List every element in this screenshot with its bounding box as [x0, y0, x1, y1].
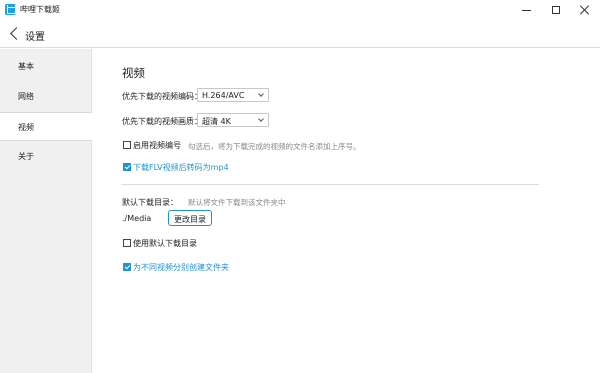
enable-numbering-label[interactable]: 启用视频编号: [133, 140, 181, 151]
sidebar-item-label: 关于: [18, 152, 34, 161]
flv-to-mp4-checkbox[interactable]: [123, 163, 131, 171]
quality-value: 超清 4K: [202, 117, 231, 126]
codec-value: H.264/AVC: [202, 91, 245, 100]
chevron-down-icon: [258, 91, 264, 97]
download-path: ./Media: [122, 214, 152, 223]
quality-label: 优先下载的视频画质：: [122, 117, 202, 126]
sidebar-item-label: 基本: [18, 62, 34, 71]
page-title: 设置: [25, 32, 45, 43]
app-title: 哔哩下载姬: [20, 5, 60, 14]
sidebar-item-label: 视频: [18, 123, 34, 132]
divider: [121, 184, 539, 185]
chevron-down-icon: [258, 116, 264, 122]
codec-select[interactable]: H.264/AVC: [197, 88, 269, 102]
bilibili-tv-icon: [5, 4, 16, 15]
flv-to-mp4-label[interactable]: 下载FLV视频后转码为mp4: [133, 162, 229, 173]
video-settings-panel: 视频 优先下载的视频编码： H.264/AVC 优先下载的视频画质： 超清 4K…: [92, 49, 600, 373]
use-default-dir-label[interactable]: 使用默认下载目录: [133, 238, 197, 249]
change-directory-button[interactable]: 更改目录: [168, 210, 212, 226]
folder-per-video-checkbox[interactable]: [123, 263, 131, 271]
maximize-button[interactable]: [541, 0, 571, 20]
sidebar-item-network[interactable]: 网络: [0, 82, 91, 111]
settings-sidebar: 基本 网络 视频 关于: [0, 49, 92, 373]
sidebar-item-label: 网络: [18, 92, 34, 101]
folder-per-video-label[interactable]: 为不同视频分别创建文件夹: [133, 262, 229, 273]
quality-select[interactable]: 超清 4K: [197, 113, 269, 127]
default-dir-hint: 默认将文件下载到该文件夹中: [188, 198, 286, 207]
minimize-icon: [521, 9, 531, 11]
close-button[interactable]: [570, 0, 600, 20]
enable-numbering-hint: 勾选后，将为下载完成的视频的文件名添加上序号。: [188, 142, 361, 151]
section-title: 视频: [122, 66, 145, 80]
sidebar-item-about[interactable]: 关于: [0, 142, 91, 171]
close-icon: [580, 5, 590, 15]
use-default-dir-checkbox[interactable]: [123, 239, 131, 247]
title-bar: 哔哩下载姬: [0, 0, 600, 20]
settings-header: 设置: [0, 20, 600, 48]
minimize-button[interactable]: [511, 0, 541, 20]
codec-label: 优先下载的视频编码：: [122, 92, 202, 101]
sidebar-item-basic[interactable]: 基本: [0, 52, 91, 81]
enable-numbering-checkbox[interactable]: [123, 141, 131, 149]
change-directory-label: 更改目录: [174, 215, 206, 224]
sidebar-item-video[interactable]: 视频: [0, 112, 92, 141]
maximize-icon: [552, 6, 560, 14]
chevron-left-icon: [10, 27, 23, 40]
back-button[interactable]: [8, 24, 23, 44]
default-dir-label: 默认下载目录：: [122, 198, 178, 207]
